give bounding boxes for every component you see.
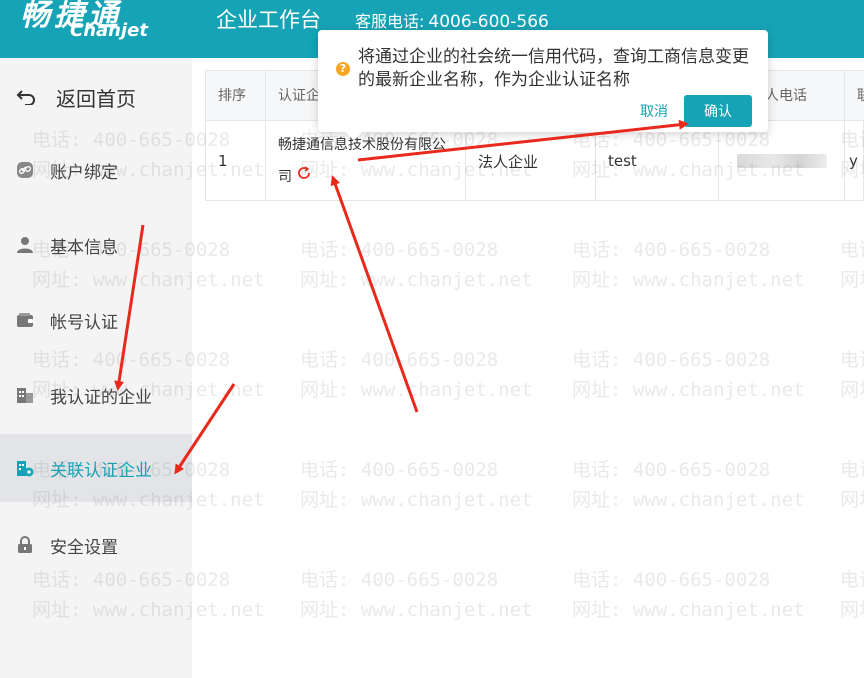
watermark-text: 电话: 400-665-0028网址: www.chanjet.net <box>300 459 533 511</box>
sidebar-item-label: 账户绑定 <box>50 162 118 183</box>
cell-type: 法人企业 <box>466 121 596 201</box>
building-link-icon <box>16 459 34 477</box>
app-title: 企业工作台 <box>216 8 321 32</box>
cancel-button[interactable]: 取消 <box>640 101 668 121</box>
watermark-text: 电话: 400-665-0028网址: www.chanjet.net <box>840 349 864 401</box>
back-home-label: 返回首页 <box>56 86 136 111</box>
refresh-icon[interactable] <box>296 161 312 193</box>
user-icon <box>16 236 34 254</box>
column-header-order: 排序 <box>206 71 266 121</box>
lock-icon <box>16 536 34 554</box>
watermark-text: 电话: 400-665-0028网址: www.chanjet.net <box>300 569 533 621</box>
watermark-text: 电话: 400-665-0028网址: www.chanjet.net <box>300 239 533 291</box>
watermark-text: 电话: 400-665-0028网址: www.chanjet.net <box>572 349 805 401</box>
confirm-popover: ? 将通过企业的社会统一信用代码，查询工商信息变更的最新企业名称，作为企业认证名… <box>318 30 768 141</box>
logo-english-text: Chanjet <box>70 20 148 41</box>
link-icon <box>16 161 34 179</box>
watermark-text: 电话: 400-665-0028网址: www.chanjet.net <box>572 569 805 621</box>
sidebar-item-account-auth[interactable]: 帐号认证 <box>0 286 192 354</box>
watermark-text: 电话: 400-665-0028网址: www.chanjet.net <box>572 459 805 511</box>
wallet-icon <box>16 311 34 329</box>
cell-order: 1 <box>206 121 266 201</box>
service-phone: 客服电话: 4006-600-566 <box>355 8 549 32</box>
sidebar-item-basic-info[interactable]: 基本信息 <box>0 211 192 279</box>
sidebar-item-label: 关联认证企业 <box>50 460 152 481</box>
watermark-text: 电话: 400-665-0028网址: www.chanjet.net <box>840 459 864 511</box>
sidebar-item-security-settings[interactable]: 安全设置 <box>0 511 192 579</box>
building-icon <box>16 386 34 404</box>
confirm-button[interactable]: 确认 <box>684 95 752 127</box>
sidebar-item-linked-enterprises[interactable]: 关联认证企业 <box>0 434 192 502</box>
sidebar-item-account-binding[interactable]: 账户绑定 <box>0 136 192 204</box>
cell-extra: y <box>849 152 858 170</box>
back-home-link[interactable]: 返回首页 <box>0 78 192 116</box>
watermark-text: 电话: 400-665-0028网址: www.chanjet.net <box>840 239 864 291</box>
warning-icon: ? <box>336 62 350 76</box>
sidebar-item-my-enterprises[interactable]: 我认证的企业 <box>0 361 192 429</box>
service-phone-number: 4006-600-566 <box>428 12 549 32</box>
table-row: 1 畅捷通信息技术股份有限公司 法人企业 test y <box>206 121 864 201</box>
cell-phone <box>719 121 845 201</box>
arrow-to-refresh-icon <box>330 175 419 413</box>
service-phone-label: 客服电话: <box>355 12 425 31</box>
watermark-text: 电话: 400-665-0028网址: www.chanjet.net <box>300 349 533 401</box>
sidebar: 返回首页 账户绑定 基本信息 帐号认证 我认证的企业 关联认证企业 安全设置 <box>0 58 192 678</box>
chanjet-logo[interactable]: 畅捷通 Chanjet <box>20 0 170 50</box>
sidebar-item-label: 安全设置 <box>50 537 118 558</box>
cell-company: 畅捷通信息技术股份有限公司 <box>266 121 466 201</box>
sidebar-item-label: 我认证的企业 <box>50 387 152 408</box>
cell-contact: test <box>596 121 719 201</box>
sidebar-item-label: 基本信息 <box>50 237 118 258</box>
sidebar-item-label: 帐号认证 <box>50 312 118 333</box>
popover-message: 将通过企业的社会统一信用代码，查询工商信息变更的最新企业名称，作为企业认证名称 <box>358 47 749 90</box>
blurred-phone-value <box>737 154 827 168</box>
watermark-text: 电话: 400-665-0028网址: www.chanjet.net <box>840 569 864 621</box>
watermark-text: 电话: 400-665-0028网址: www.chanjet.net <box>572 239 805 291</box>
return-arrow-icon <box>16 86 38 108</box>
column-header-extra: 联 <box>845 71 864 121</box>
